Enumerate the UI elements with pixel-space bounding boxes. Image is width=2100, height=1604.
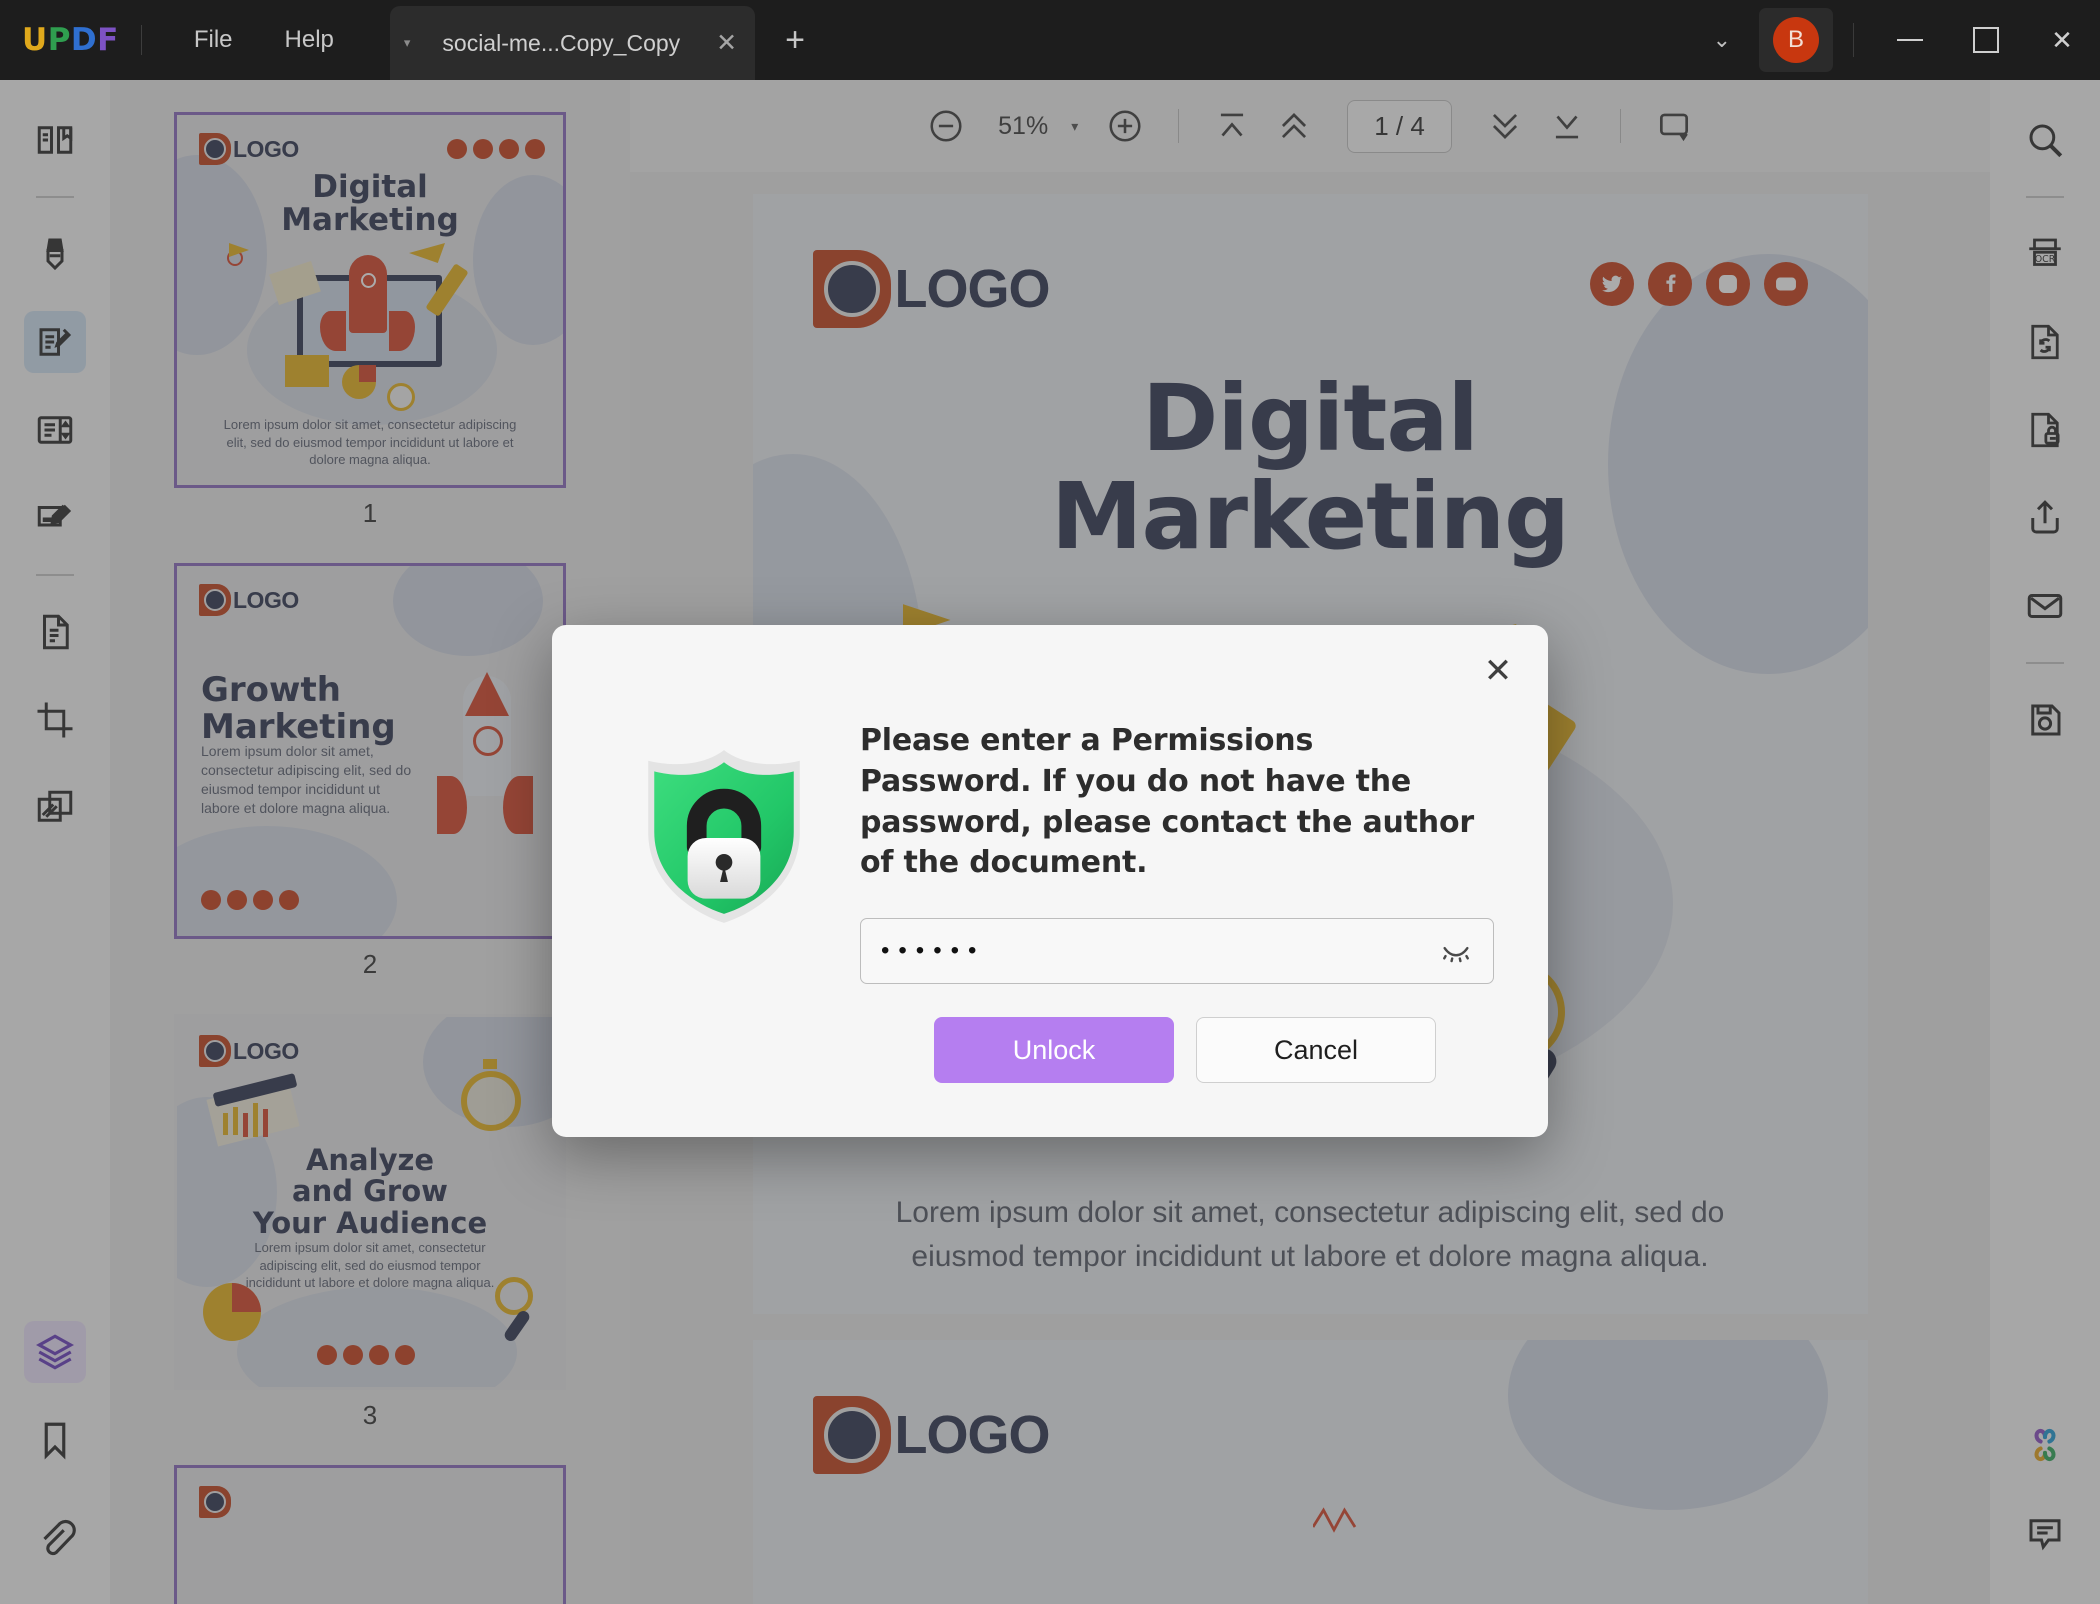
dialog-overlay: ✕ Please enter a Permissions Password. I…: [0, 80, 2100, 1604]
minimize-button[interactable]: [1872, 0, 1948, 80]
tab-title: social-me...Copy_Copy: [442, 29, 681, 56]
menu-file[interactable]: File: [168, 16, 259, 64]
dialog-body: Please enter a Permissions Password. If …: [552, 625, 1548, 985]
cancel-button[interactable]: Cancel: [1196, 1017, 1436, 1083]
account-button[interactable]: B: [1759, 8, 1833, 72]
logo-letter-f: F: [97, 22, 119, 58]
close-icon[interactable]: ✕: [1472, 645, 1524, 697]
titlebar-divider: [140, 25, 142, 55]
password-input[interactable]: ••••••: [860, 918, 1494, 985]
tab-dropdown-caret-icon[interactable]: ▾: [404, 35, 411, 51]
dialog-actions: Unlock Cancel: [552, 1017, 1548, 1083]
updf-window: UPDF File Help ▾ social-me...Copy_Copy ✕…: [0, 0, 2100, 1604]
document-tab[interactable]: ▾ social-me...Copy_Copy ✕: [389, 6, 756, 80]
dialog-message: Please enter a Permissions Password. If …: [860, 723, 1474, 881]
window-controls: ⌄ B ✕: [1691, 0, 2100, 80]
dialog-content: Please enter a Permissions Password. If …: [850, 721, 1494, 985]
maximize-button[interactable]: [1948, 0, 2024, 80]
menu-help[interactable]: Help: [259, 16, 360, 64]
logo-letter-u: U: [22, 22, 48, 58]
tab-strip: ▾ social-me...Copy_Copy ✕ +: [389, 0, 805, 80]
tab-close-icon[interactable]: ✕: [716, 28, 737, 58]
title-bar: UPDF File Help ▾ social-me...Copy_Copy ✕…: [0, 0, 2100, 80]
unlock-button[interactable]: Unlock: [934, 1017, 1174, 1083]
new-tab-button[interactable]: +: [785, 21, 805, 60]
locked-shield-icon: [630, 741, 818, 929]
toggle-password-visibility-icon[interactable]: [1435, 930, 1477, 972]
window-controls-divider: [1853, 23, 1854, 57]
workspace: LOGO Digital Marketing Lorem ipsum dolor…: [0, 80, 2100, 1604]
close-window-button[interactable]: ✕: [2024, 0, 2100, 80]
logo-letter-d: D: [70, 22, 98, 58]
updf-logo: UPDF: [22, 22, 119, 58]
chevron-down-icon[interactable]: ⌄: [1691, 19, 1753, 61]
logo-letter-p: P: [47, 22, 71, 58]
avatar: B: [1773, 17, 1819, 63]
permissions-password-dialog: ✕ Please enter a Permissions Password. I…: [552, 625, 1548, 1137]
password-value[interactable]: ••••••: [881, 939, 1435, 963]
